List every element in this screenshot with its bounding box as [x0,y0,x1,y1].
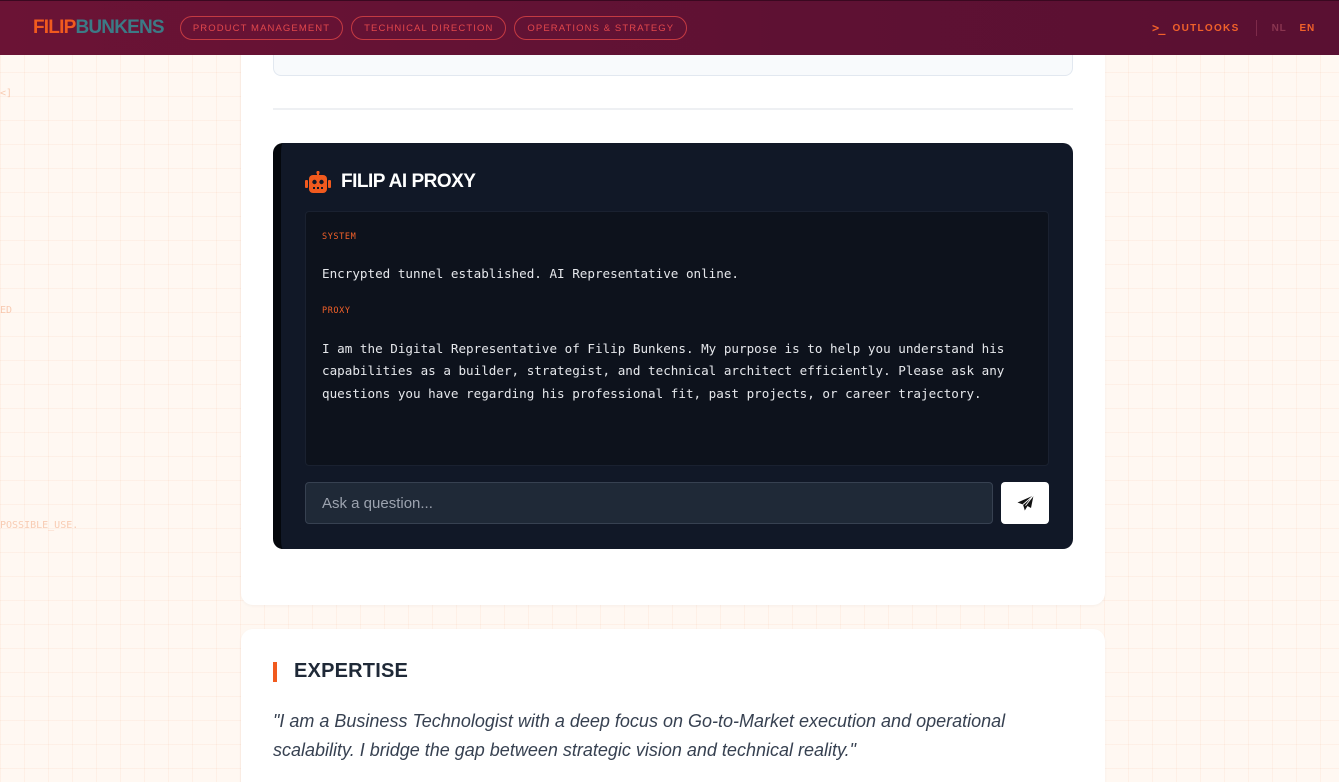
site-logo[interactable]: FILIP BUNKENS [33,17,165,39]
ai-proxy-panel: FILIP AI PROXY SYSTEM Encrypted tunnel e… [273,143,1073,549]
nav-technical-direction[interactable]: TECHNICAL DIRECTION [351,16,507,40]
system-message: Encrypted tunnel established. AI Represe… [322,266,740,281]
expertise-title: EXPERTISE [294,660,409,682]
message-role-system: SYSTEM [322,232,357,242]
logo-first-name: FILIP [33,17,76,38]
accent-bar [273,661,277,682]
proxy-message: I am the Digital Representative of Filip… [322,340,1005,401]
background-code-fragment: <] [0,88,13,99]
question-input[interactable] [305,482,993,524]
send-button[interactable] [1001,482,1049,524]
expertise-header: EXPERTISE [273,660,408,683]
background-code-fragment: ED [0,305,13,316]
ai-proxy-title: FILIP AI PROXY [341,171,476,192]
send-icon [1017,495,1034,511]
header-divider [1255,20,1257,36]
chat-log[interactable]: SYSTEM Encrypted tunnel established. AI … [305,211,1049,466]
lang-en-link[interactable]: EN [1300,23,1316,34]
nav-product-management[interactable]: PRODUCT MANAGEMENT [179,16,344,40]
header-right: >_ OUTLOOKS NL EN [1152,20,1315,36]
message-role-proxy: PROXY [322,305,351,316]
terminal-icon: >_ [1152,21,1165,35]
chat-input-row [305,482,1049,524]
lang-nl-link[interactable]: NL [1272,23,1287,34]
section-divider [273,108,1073,110]
ai-proxy-header: FILIP AI PROXY [305,171,476,193]
top-navigation-bar: FILIP BUNKENS PRODUCT MANAGEMENT TECHNICA… [0,0,1339,55]
expertise-card: EXPERTISE "I am a Business Technologist … [241,629,1105,782]
logo-last-name: BUNKENS [75,17,164,38]
main-content-card: FILIP AI PROXY SYSTEM Encrypted tunnel e… [241,20,1105,605]
nav-operations-strategy[interactable]: OPERATIONS & STRATEGY [514,16,688,40]
robot-icon [305,171,331,193]
outlooks-link[interactable]: >_ OUTLOOKS [1152,21,1240,35]
background-code-fragment: POSSIBLE_USE. [0,520,79,531]
section-nav: PRODUCT MANAGEMENT TECHNICAL DIRECTION O… [179,16,688,40]
expertise-quote: "I am a Business Technologist with a dee… [273,711,1006,760]
outlooks-label: OUTLOOKS [1172,22,1240,34]
